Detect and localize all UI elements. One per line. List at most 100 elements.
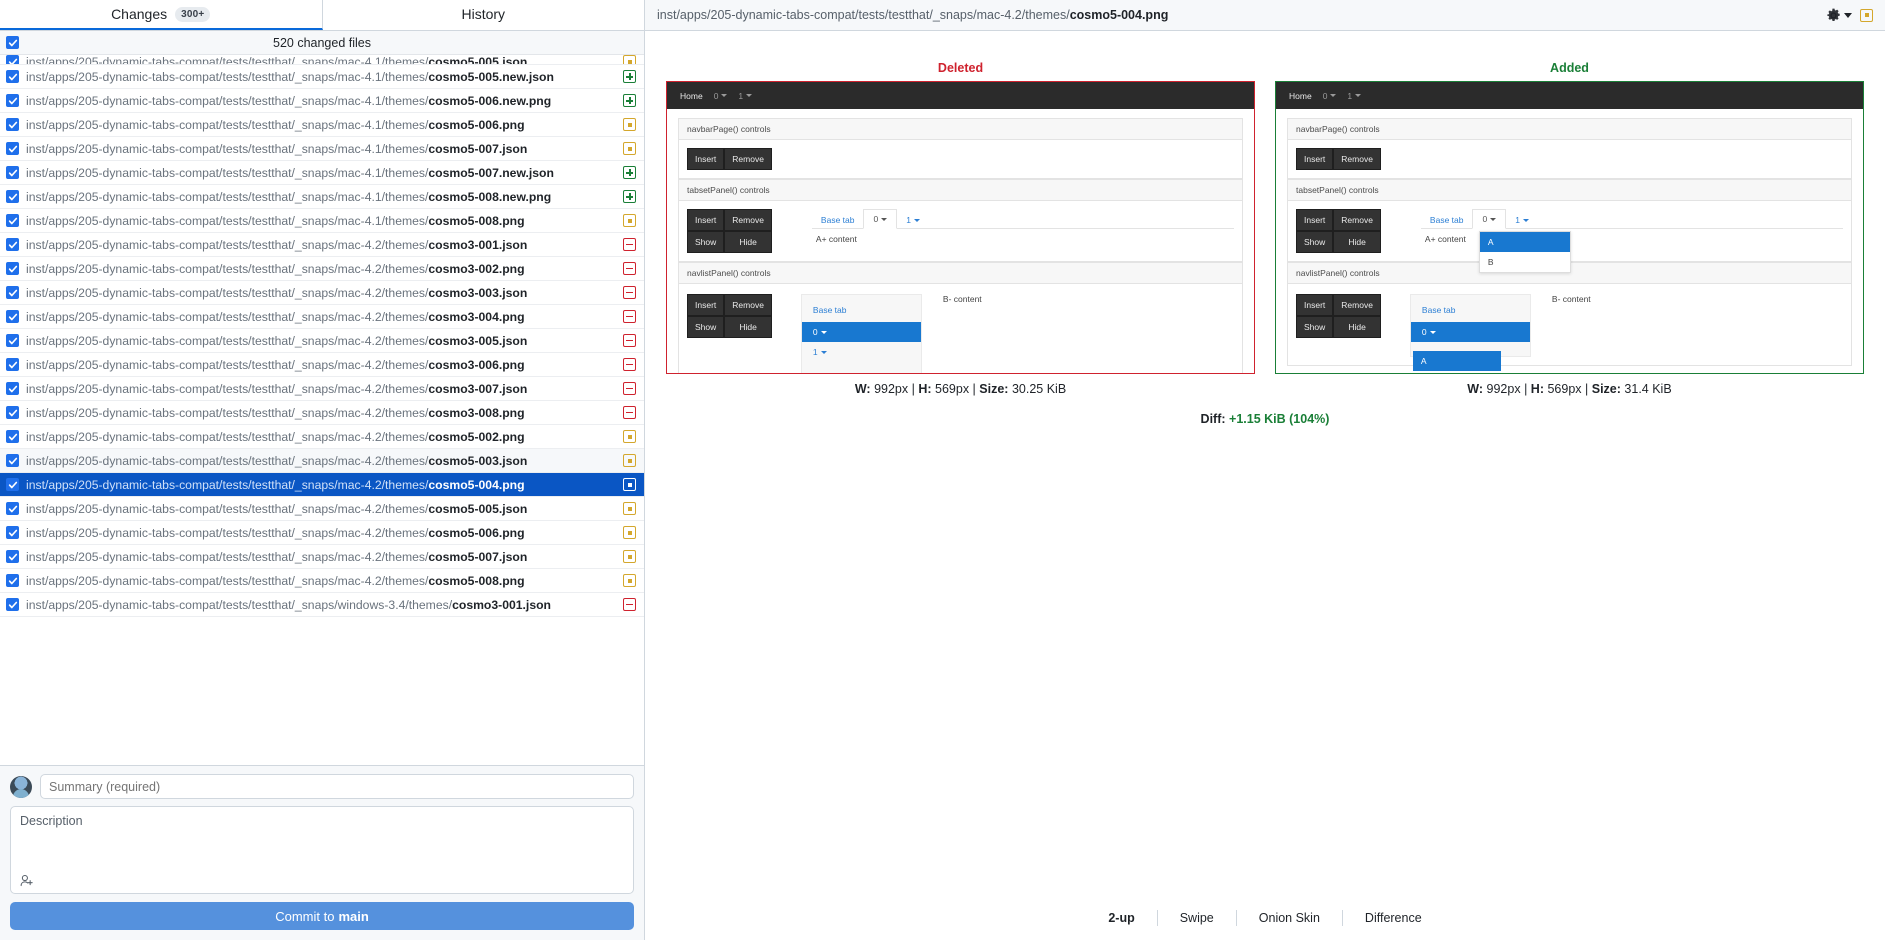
preview-section-tabset: tabsetPanel() controls bbox=[679, 180, 1242, 201]
preview-card-navbar: navbarPage() controls Insert Remove bbox=[678, 118, 1243, 179]
file-checkbox[interactable] bbox=[6, 94, 19, 107]
pane-deleted-title: Deleted bbox=[937, 61, 984, 75]
table-row[interactable]: inst/apps/205-dynamic-tabs-compat/tests/… bbox=[0, 425, 644, 449]
view-mode-swipe[interactable]: Swipe bbox=[1156, 910, 1236, 926]
commit-button[interactable]: Commit to main bbox=[10, 902, 634, 930]
file-name: cosmo5-008.new.png bbox=[428, 189, 552, 204]
tab-history[interactable]: History bbox=[322, 0, 644, 30]
view-mode-toolbar: 2-up Swipe Onion Skin Difference bbox=[645, 896, 1885, 940]
file-checkbox[interactable] bbox=[6, 142, 19, 155]
commit-button-prefix: Commit to bbox=[275, 908, 335, 924]
added-status-icon bbox=[623, 190, 636, 203]
tab-changes[interactable]: Changes 300+ bbox=[0, 0, 323, 30]
file-checkbox[interactable] bbox=[6, 70, 19, 83]
view-mode-difference[interactable]: Difference bbox=[1341, 910, 1444, 926]
changed-files-list[interactable]: inst/apps/205-dynamic-tabs-compat/tests/… bbox=[0, 55, 644, 765]
table-row[interactable]: inst/apps/205-dynamic-tabs-compat/tests/… bbox=[0, 257, 644, 281]
file-checkbox[interactable] bbox=[6, 454, 19, 467]
table-row[interactable]: inst/apps/205-dynamic-tabs-compat/tests/… bbox=[0, 65, 644, 89]
file-checkbox[interactable] bbox=[6, 334, 19, 347]
file-checkbox[interactable] bbox=[6, 190, 19, 203]
preview-tabs-row: Base tab 0 1 bbox=[1421, 209, 1843, 229]
table-row[interactable]: inst/apps/205-dynamic-tabs-compat/tests/… bbox=[0, 161, 644, 185]
file-checkbox[interactable] bbox=[6, 214, 19, 227]
file-checkbox[interactable] bbox=[6, 262, 19, 275]
file-path: inst/apps/205-dynamic-tabs-compat/tests/… bbox=[26, 382, 616, 396]
table-row[interactable]: inst/apps/205-dynamic-tabs-compat/tests/… bbox=[0, 137, 644, 161]
table-row[interactable]: inst/apps/205-dynamic-tabs-compat/tests/… bbox=[0, 185, 644, 209]
file-directory: inst/apps/205-dynamic-tabs-compat/tests/… bbox=[26, 93, 429, 108]
table-row[interactable]: inst/apps/205-dynamic-tabs-compat/tests/… bbox=[0, 545, 644, 569]
commit-summary-input[interactable] bbox=[40, 774, 634, 799]
preview-button-group: Insert Show Remove Hide bbox=[687, 294, 772, 373]
select-all-checkbox[interactable] bbox=[6, 36, 19, 49]
table-row[interactable]: inst/apps/205-dynamic-tabs-compat/tests/… bbox=[0, 497, 644, 521]
file-checkbox[interactable] bbox=[6, 598, 19, 611]
preview-navlist-panel: Base tab 0 A B bbox=[1409, 294, 1531, 373]
file-checkbox[interactable] bbox=[6, 358, 19, 371]
table-row[interactable]: inst/apps/205-dynamic-tabs-compat/tests/… bbox=[0, 113, 644, 137]
person-add-icon[interactable] bbox=[19, 874, 35, 888]
table-row[interactable]: inst/apps/205-dynamic-tabs-compat/tests/… bbox=[0, 89, 644, 113]
file-directory: inst/apps/205-dynamic-tabs-compat/tests/… bbox=[26, 405, 429, 420]
chevron-down-icon bbox=[746, 94, 753, 97]
table-row[interactable]: inst/apps/205-dynamic-tabs-compat/tests/… bbox=[0, 377, 644, 401]
table-row[interactable]: inst/apps/205-dynamic-tabs-compat/tests/… bbox=[0, 569, 644, 593]
preview-show-button: Show bbox=[1296, 316, 1334, 338]
table-row[interactable]: inst/apps/205-dynamic-tabs-compat/tests/… bbox=[0, 233, 644, 257]
file-path: inst/apps/205-dynamic-tabs-compat/tests/… bbox=[26, 214, 616, 228]
table-row[interactable]: inst/apps/205-dynamic-tabs-compat/tests/… bbox=[0, 353, 644, 377]
file-path: inst/apps/205-dynamic-tabs-compat/tests/… bbox=[26, 286, 616, 300]
table-row[interactable]: inst/apps/205-dynamic-tabs-compat/tests/… bbox=[0, 329, 644, 353]
file-path: inst/apps/205-dynamic-tabs-compat/tests/… bbox=[26, 55, 616, 64]
file-checkbox[interactable] bbox=[6, 310, 19, 323]
preview-button-group: Insert Show Remove Hide bbox=[687, 209, 772, 253]
diff-settings-button[interactable] bbox=[1826, 8, 1852, 23]
file-checkbox[interactable] bbox=[6, 286, 19, 299]
table-row[interactable]: inst/apps/205-dynamic-tabs-compat/tests/… bbox=[0, 473, 644, 497]
file-checkbox[interactable] bbox=[6, 382, 19, 395]
preview-dropdown-option-a: A bbox=[1479, 232, 1570, 252]
chevron-down-icon bbox=[1330, 94, 1337, 97]
table-row[interactable]: inst/apps/205-dynamic-tabs-compat/tests/… bbox=[0, 401, 644, 425]
table-row[interactable]: inst/apps/205-dynamic-tabs-compat/tests/… bbox=[0, 55, 644, 65]
file-checkbox[interactable] bbox=[6, 238, 19, 251]
file-checkbox[interactable] bbox=[6, 550, 19, 563]
file-directory: inst/apps/205-dynamic-tabs-compat/tests/… bbox=[26, 381, 429, 396]
file-checkbox[interactable] bbox=[6, 430, 19, 443]
file-checkbox[interactable] bbox=[6, 526, 19, 539]
modified-status-icon bbox=[623, 526, 636, 539]
commit-description-box[interactable]: Description bbox=[10, 806, 634, 894]
table-row[interactable]: inst/apps/205-dynamic-tabs-compat/tests/… bbox=[0, 209, 644, 233]
file-checkbox[interactable] bbox=[6, 118, 19, 131]
file-path: inst/apps/205-dynamic-tabs-compat/tests/… bbox=[26, 526, 616, 540]
preview-hide-button: Hide bbox=[1333, 316, 1381, 338]
file-checkbox[interactable] bbox=[6, 55, 19, 64]
view-mode-2-up[interactable]: 2-up bbox=[1086, 910, 1156, 926]
file-checkbox[interactable] bbox=[6, 406, 19, 419]
file-checkbox[interactable] bbox=[6, 478, 19, 491]
preview-navlist-item-0: 0 bbox=[801, 322, 921, 342]
preview-body: navbarPage() controls Insert Remove tabs… bbox=[1276, 109, 1863, 373]
chevron-down-icon bbox=[1355, 94, 1362, 97]
file-checkbox[interactable] bbox=[6, 574, 19, 587]
table-row[interactable]: inst/apps/205-dynamic-tabs-compat/tests/… bbox=[0, 521, 644, 545]
view-mode-onion-skin[interactable]: Onion Skin bbox=[1235, 910, 1342, 926]
file-checkbox[interactable] bbox=[6, 166, 19, 179]
file-path: inst/apps/205-dynamic-tabs-compat/tests/… bbox=[26, 310, 616, 324]
file-directory: inst/apps/205-dynamic-tabs-compat/tests/… bbox=[26, 333, 429, 348]
file-path: inst/apps/205-dynamic-tabs-compat/tests/… bbox=[26, 478, 616, 492]
meta-w-value: 992px bbox=[874, 382, 909, 396]
file-checkbox[interactable] bbox=[6, 502, 19, 515]
file-path: inst/apps/205-dynamic-tabs-compat/tests/… bbox=[26, 334, 616, 348]
file-path: inst/apps/205-dynamic-tabs-compat/tests/… bbox=[26, 70, 616, 84]
table-row[interactable]: inst/apps/205-dynamic-tabs-compat/tests/… bbox=[0, 281, 644, 305]
table-row[interactable]: inst/apps/205-dynamic-tabs-compat/tests/… bbox=[0, 593, 644, 617]
file-name: cosmo3-003.json bbox=[428, 285, 528, 300]
table-row[interactable]: inst/apps/205-dynamic-tabs-compat/tests/… bbox=[0, 449, 644, 473]
table-row[interactable]: inst/apps/205-dynamic-tabs-compat/tests/… bbox=[0, 305, 644, 329]
file-path: inst/apps/205-dynamic-tabs-compat/tests/… bbox=[26, 262, 616, 276]
preview-button-group: Insert Show Remove Hide bbox=[1296, 209, 1381, 253]
preview-card-navlist: navlistPanel() controls Insert Show Remo… bbox=[678, 262, 1243, 373]
preview-nav-item-0: 0 bbox=[714, 91, 728, 101]
